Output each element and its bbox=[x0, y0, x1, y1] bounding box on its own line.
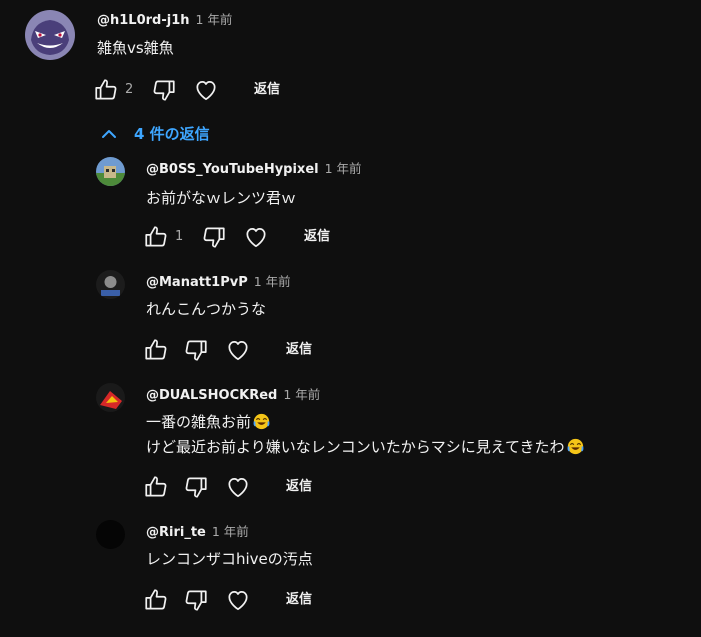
heart-icon bbox=[228, 478, 248, 498]
like-button[interactable] bbox=[143, 587, 169, 613]
heart-icon bbox=[228, 591, 248, 611]
reply-button[interactable]: 返信 bbox=[286, 590, 312, 610]
avatar[interactable] bbox=[96, 157, 125, 186]
comment-text: れんこんつかうな bbox=[146, 300, 267, 318]
heart-button[interactable] bbox=[193, 77, 219, 103]
comment-text: 雑魚vs雑魚 bbox=[97, 39, 174, 57]
comment-actions: 返信 bbox=[143, 337, 343, 363]
dislike-button[interactable] bbox=[151, 77, 177, 103]
comment-text-line: 一番の雑魚お前 bbox=[146, 410, 270, 434]
heart-button[interactable] bbox=[243, 224, 269, 250]
avatar[interactable] bbox=[96, 520, 125, 549]
heart-button[interactable] bbox=[225, 337, 251, 363]
dislike-button[interactable] bbox=[183, 474, 209, 500]
like-count: 1 bbox=[175, 229, 184, 244]
like-count: 2 bbox=[125, 82, 134, 97]
thumb-down-icon bbox=[185, 477, 207, 498]
comment-timestamp[interactable]: 1 年前 bbox=[212, 524, 249, 539]
author-name[interactable]: @Manatt1PvP bbox=[146, 275, 248, 290]
heart-button[interactable] bbox=[225, 587, 251, 613]
comment-header: @Riri_te 1 年前 bbox=[146, 522, 249, 542]
thumb-up-icon bbox=[145, 339, 167, 360]
comment-text: お前がなｗレンツ君ｗ bbox=[146, 189, 297, 207]
thumb-down-icon bbox=[185, 340, 207, 361]
comment-header: @DUALSHOCKRed 1 年前 bbox=[146, 385, 320, 405]
reply-button[interactable]: 返信 bbox=[286, 340, 312, 360]
like-button[interactable] bbox=[143, 224, 169, 250]
reply-button[interactable]: 返信 bbox=[304, 227, 330, 247]
comment-header: @h1L0rd-j1h 1 年前 bbox=[97, 10, 232, 30]
comment-timestamp[interactable]: 1 年前 bbox=[283, 387, 320, 402]
dislike-button[interactable] bbox=[183, 587, 209, 613]
author-name[interactable]: @DUALSHOCKRed bbox=[146, 388, 277, 403]
comment-timestamp[interactable]: 1 年前 bbox=[325, 161, 362, 176]
avatar[interactable] bbox=[96, 270, 125, 299]
comment-actions: 返信 bbox=[143, 587, 343, 613]
comment-thread: @h1L0rd-j1h 1 年前 雑魚vs雑魚 2 返信 4 件の返信 @B0S… bbox=[0, 0, 701, 637]
heart-icon bbox=[196, 81, 216, 101]
avatar[interactable] bbox=[96, 383, 125, 412]
author-name[interactable]: @h1L0rd-j1h bbox=[97, 13, 190, 28]
comment-actions: 返信 bbox=[143, 474, 343, 500]
comment-text: レンコンザコhiveの汚点 bbox=[146, 550, 313, 568]
laugh-emoji-icon bbox=[253, 413, 270, 430]
chevron-up-icon bbox=[102, 130, 116, 138]
comment-timestamp[interactable]: 1 年前 bbox=[196, 12, 233, 27]
thumb-up-icon bbox=[145, 589, 167, 610]
like-button[interactable] bbox=[93, 77, 119, 103]
like-button[interactable] bbox=[143, 337, 169, 363]
replies-count-label: 4 件の返信 bbox=[134, 125, 210, 143]
heart-icon bbox=[246, 228, 266, 248]
comment-text: 一番の雑魚お前 bbox=[146, 413, 252, 431]
thumb-up-icon bbox=[145, 476, 167, 497]
heart-icon bbox=[228, 341, 248, 361]
comment-text-line: けど最近お前より嫌いなレンコンいたからマシに見えてきたわ bbox=[146, 435, 584, 459]
comment-actions: 2 返信 bbox=[93, 77, 313, 103]
thumb-up-icon bbox=[145, 226, 167, 247]
thumb-down-icon bbox=[185, 590, 207, 611]
comment-actions: 1 返信 bbox=[143, 224, 363, 250]
heart-button[interactable] bbox=[225, 474, 251, 500]
author-name[interactable]: @Riri_te bbox=[146, 525, 206, 540]
like-button[interactable] bbox=[143, 474, 169, 500]
comment-timestamp[interactable]: 1 年前 bbox=[254, 274, 291, 289]
comment-header: @B0SS_YouTubeHypixel 1 年前 bbox=[146, 159, 362, 179]
thumb-up-icon bbox=[95, 79, 117, 100]
reply-button[interactable]: 返信 bbox=[254, 80, 280, 100]
thumb-down-icon bbox=[203, 227, 225, 248]
avatar[interactable] bbox=[25, 10, 75, 60]
reply-button[interactable]: 返信 bbox=[286, 477, 312, 497]
thumb-down-icon bbox=[153, 80, 175, 101]
comment-header: @Manatt1PvP 1 年前 bbox=[146, 272, 291, 292]
dislike-button[interactable] bbox=[201, 224, 227, 250]
comment-text: けど最近お前より嫌いなレンコンいたからマシに見えてきたわ bbox=[146, 438, 565, 456]
laugh-emoji-icon bbox=[567, 438, 583, 455]
author-name[interactable]: @B0SS_YouTubeHypixel bbox=[146, 162, 319, 177]
dislike-button[interactable] bbox=[183, 337, 209, 363]
